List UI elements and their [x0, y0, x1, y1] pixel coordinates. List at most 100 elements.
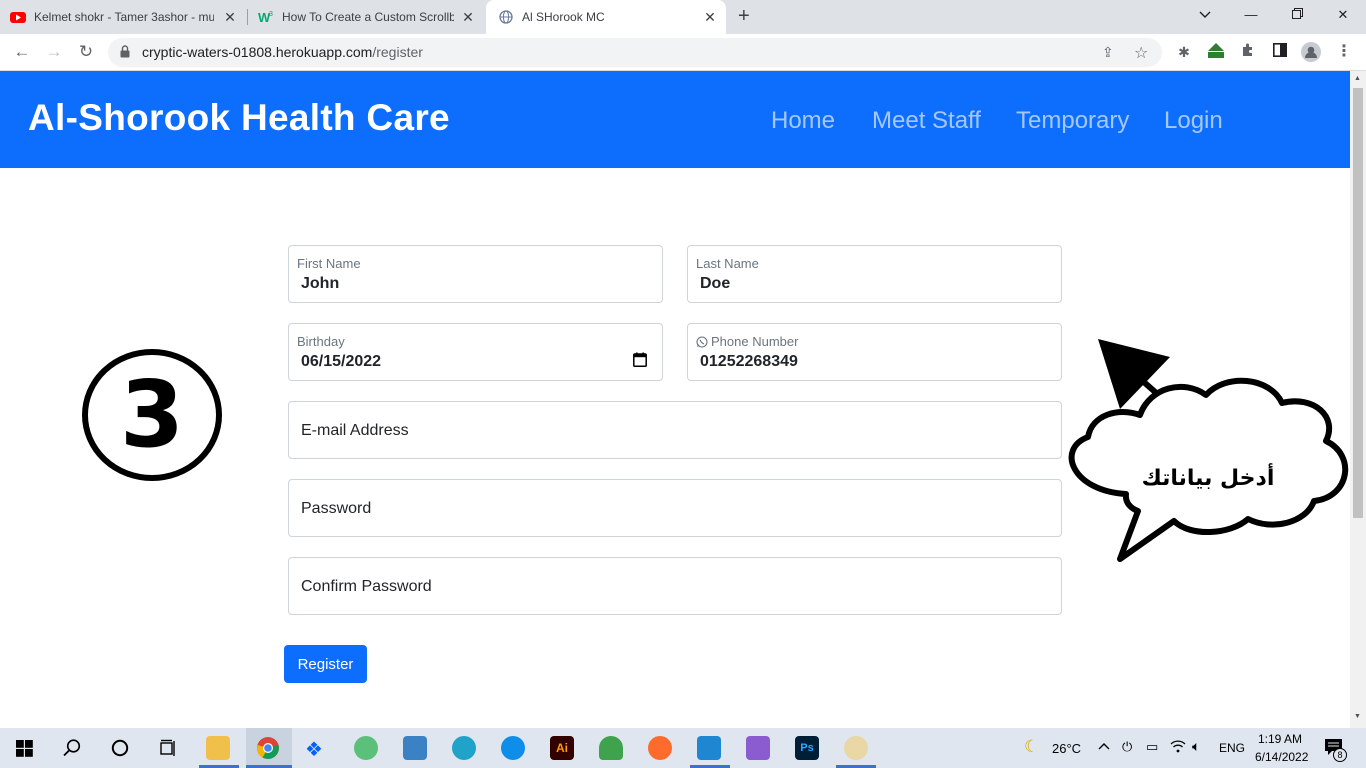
email-placeholder: E-mail Address	[301, 422, 409, 439]
bug-extension-icon[interactable]: ✱	[1174, 42, 1194, 62]
register-button[interactable]: Register	[284, 645, 367, 683]
weather-temp[interactable]: 26°C	[1052, 741, 1081, 756]
lock-icon[interactable]	[120, 45, 130, 63]
volume-icon[interactable]: 🔈︎	[1192, 738, 1200, 755]
w3-icon: W3	[258, 9, 274, 25]
email-field[interactable]: E-mail Address	[288, 401, 1062, 459]
reload-icon[interactable]: ↻	[74, 40, 98, 64]
atom-icon[interactable]	[354, 736, 378, 760]
site-navbar: Al-Shorook Health Care Home Meet Staff T…	[0, 71, 1350, 168]
close-tab-icon[interactable]: ✕	[460, 9, 476, 25]
share-icon[interactable]: ⇪	[1102, 44, 1114, 61]
last-name-label: Last Name	[696, 256, 759, 271]
wifi-icon[interactable]	[1170, 739, 1186, 758]
back-arrow-icon[interactable]: ←	[10, 40, 34, 64]
extensions-puzzle-icon[interactable]	[1238, 42, 1258, 62]
nav-link-login[interactable]: Login	[1164, 107, 1223, 135]
windows-start-icon[interactable]	[16, 740, 33, 762]
tray-chevron-icon[interactable]	[1098, 739, 1110, 753]
clock-date[interactable]: 6/14/2022	[1255, 750, 1308, 764]
edge-icon[interactable]	[452, 736, 476, 760]
photoshop-icon[interactable]: Ps	[795, 736, 819, 760]
clock-time[interactable]: 1:19 AM	[1258, 732, 1302, 746]
tab-title: Al SHorook MC	[522, 10, 605, 24]
teamviewer-icon[interactable]	[501, 736, 525, 760]
illustrator-icon[interactable]: Ai	[550, 736, 574, 760]
site-brand[interactable]: Al-Shorook Health Care	[28, 97, 450, 139]
confirm-password-placeholder: Confirm Password	[301, 578, 432, 595]
callout-annotation: أدخل بياناتك	[1068, 339, 1349, 562]
dropbox-icon[interactable]: ❖	[305, 737, 323, 762]
task-view-icon[interactable]	[158, 738, 178, 763]
svg-text:3: 3	[269, 11, 273, 18]
scroll-thumb[interactable]	[1353, 88, 1363, 518]
page-scrollbar[interactable]: ▲ ▼	[1350, 71, 1366, 728]
password-placeholder: Password	[301, 500, 372, 517]
nav-link-home[interactable]: Home	[771, 107, 835, 135]
new-tab-icon[interactable]: +	[738, 6, 750, 26]
scroll-up-arrow-icon[interactable]: ▲	[1354, 75, 1361, 82]
step-number-circle: 3	[82, 349, 222, 481]
callout-text: أدخل بياناتك	[1142, 462, 1275, 491]
page-viewport: Al-Shorook Health Care Home Meet Staff T…	[0, 71, 1350, 728]
tab-active[interactable]: Al SHorook MC ✕	[486, 0, 726, 34]
battery-icon[interactable]: ▭	[1146, 739, 1158, 755]
notification-count-badge: 8	[1333, 748, 1347, 762]
url-host: cryptic-waters-01808.herokuapp.com	[142, 44, 373, 60]
scroll-down-arrow-icon[interactable]: ▼	[1354, 713, 1361, 720]
url-path: /register	[372, 44, 423, 60]
calendar-icon[interactable]	[633, 352, 647, 372]
last-name-value: Doe	[700, 275, 731, 292]
phone-label: Phone Number	[711, 334, 799, 349]
cortana-icon[interactable]	[110, 738, 130, 763]
postman-icon[interactable]	[648, 736, 672, 760]
last-name-field[interactable]: Last Name Doe	[687, 245, 1062, 303]
paint-icon[interactable]	[844, 736, 868, 760]
forward-arrow-icon[interactable]: →	[42, 40, 66, 64]
tab-title: How To Create a Custom Scrollba	[282, 10, 454, 24]
youtube-icon	[10, 9, 26, 25]
birthday-label: Birthday	[297, 334, 345, 349]
browser-tab-strip: Kelmet shokr - Tamer 3ashor - mu ✕ W3 Ho…	[0, 0, 1366, 34]
tab-search-icon[interactable]	[1182, 0, 1228, 30]
tab-separator	[247, 9, 248, 25]
virtualbox-icon[interactable]	[403, 736, 427, 760]
file-explorer-icon[interactable]	[206, 736, 230, 760]
taskbar-search-icon[interactable]	[62, 738, 82, 763]
close-tab-icon[interactable]: ✕	[702, 9, 718, 25]
confirm-password-field[interactable]: Confirm Password	[288, 557, 1062, 615]
first-name-field[interactable]: First Name John	[288, 245, 663, 303]
globe-icon	[498, 9, 514, 25]
nav-link-temporary[interactable]: Temporary	[1016, 107, 1129, 135]
step-number: 3	[120, 361, 184, 468]
visual-studio-icon[interactable]	[746, 736, 770, 760]
close-tab-icon[interactable]: ✕	[222, 9, 238, 25]
windows-taskbar: ❖ Ai Ps ☾ 26°C ⏻ ▭ 🔈︎ ENG 1:19 AM 6/14/2…	[0, 728, 1366, 768]
android-studio-icon[interactable]	[599, 736, 623, 760]
password-field[interactable]: Password	[288, 479, 1062, 537]
chrome-icon[interactable]	[256, 736, 280, 765]
first-name-value: John	[301, 275, 340, 292]
profile-avatar-icon[interactable]	[1301, 42, 1321, 62]
url-text: cryptic-waters-01808.herokuapp.com/regis…	[142, 44, 423, 60]
device-tray-icon[interactable]: ⏻	[1122, 739, 1132, 755]
side-panel-icon[interactable]	[1270, 42, 1290, 62]
address-bar[interactable]: cryptic-waters-01808.herokuapp.com/regis…	[108, 38, 1162, 67]
browser-toolbar: ← → ↻ cryptic-waters-01808.herokuapp.com…	[0, 34, 1366, 71]
language-indicator[interactable]: ENG	[1219, 741, 1245, 755]
tab-w3[interactable]: W3 How To Create a Custom Scrollba ✕	[258, 0, 484, 34]
bookmark-star-icon[interactable]: ☆	[1134, 43, 1148, 63]
phone-value: 01252268349	[700, 353, 798, 370]
nav-link-meet-staff[interactable]: Meet Staff	[872, 107, 981, 135]
window-close-icon[interactable]: ✕	[1320, 0, 1366, 30]
html-extension-icon[interactable]	[1206, 42, 1226, 62]
minimize-icon[interactable]: —	[1228, 0, 1274, 30]
vscode-icon[interactable]	[697, 736, 721, 760]
tab-youtube[interactable]: Kelmet shokr - Tamer 3ashor - mu ✕	[10, 0, 246, 34]
birthday-value: 06/15/2022	[301, 353, 382, 370]
birthday-field[interactable]: Birthday 06/15/2022	[288, 323, 663, 381]
menu-kebab-icon[interactable]: ⋮	[1334, 42, 1354, 62]
restore-icon[interactable]	[1274, 0, 1320, 30]
moon-weather-icon[interactable]: ☾	[1024, 737, 1039, 757]
phone-field[interactable]: Phone Number 01252268349	[687, 323, 1062, 381]
